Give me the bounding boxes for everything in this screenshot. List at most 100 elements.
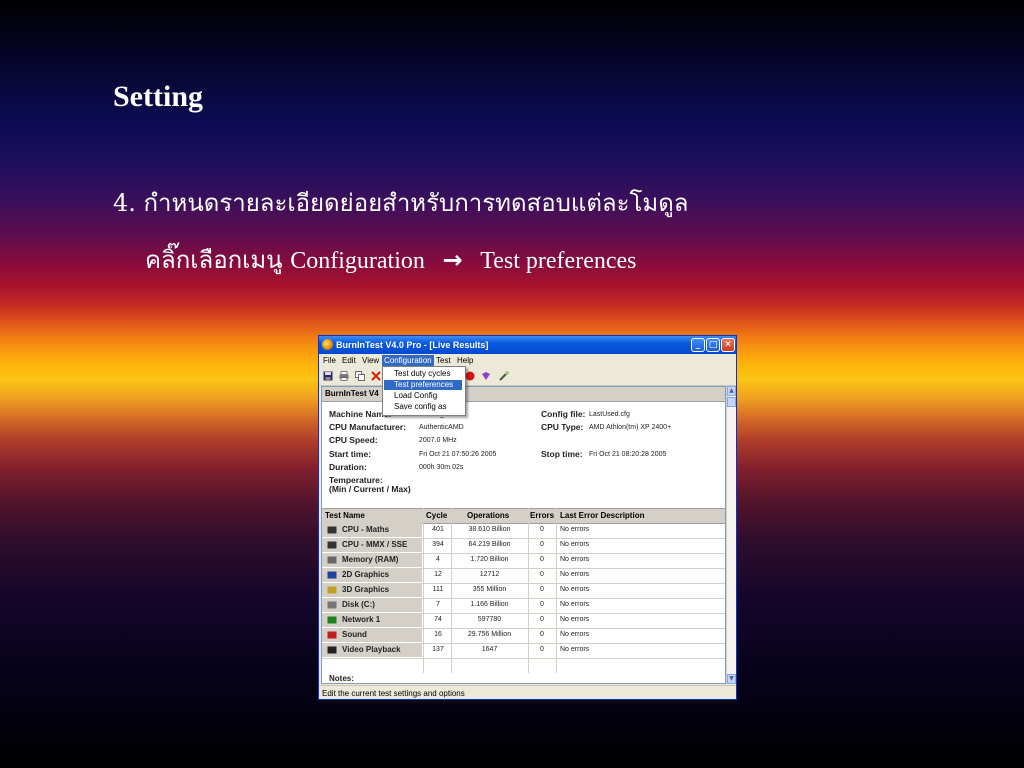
table-row[interactable]: CPU - MMX / SSE 394 64.219 Billion 0 No erro…: [322, 538, 725, 554]
record-icon[interactable]: [465, 371, 475, 381]
test-name-cell: CPU - MMX / SSE: [322, 538, 422, 552]
stop-time-label: Stop time:: [541, 449, 583, 459]
operations-cell: 29.756 Million: [467, 631, 512, 638]
test-name: 3D Graphics: [342, 585, 390, 594]
slide-title: Setting: [113, 80, 203, 113]
operations-cell: 1.720 Billion: [470, 556, 509, 563]
col-cycle[interactable]: Cycle: [426, 511, 447, 520]
graphics-3d-icon: [327, 586, 337, 594]
test-name: Disk (C:): [342, 600, 375, 609]
operations-cell: 355 Million: [472, 586, 507, 593]
menu-item-test-preferences[interactable]: Test preferences: [384, 380, 462, 390]
vertical-scrollbar[interactable]: ▲ ▼: [726, 386, 736, 684]
operations-cell: 597780: [477, 616, 502, 623]
config-file-label: Config file:: [541, 409, 586, 419]
operations-cell: 1.166 Billion: [470, 601, 509, 608]
col-last-error[interactable]: Last Error Description: [560, 511, 644, 520]
cpu-type-label: CPU Type:: [541, 422, 584, 432]
last-error-cell: No errors: [560, 571, 590, 578]
menu-item-save-config-as[interactable]: Save config as: [384, 402, 462, 412]
status-bar: Edit the current test settings and optio…: [319, 685, 736, 699]
errors-cell: 0: [540, 526, 544, 533]
cpu-mmx-icon: [327, 541, 337, 549]
cycle-cell: 4: [436, 556, 440, 563]
arrow-right-icon: →: [442, 246, 463, 274]
tools-icon[interactable]: [499, 371, 509, 381]
table-row[interactable]: Video Playback 137 1647 0 No errors: [322, 643, 725, 659]
instruction-menu-name: Configuration: [290, 248, 425, 274]
errors-cell: 0: [540, 541, 544, 548]
errors-cell: 0: [540, 646, 544, 653]
cycle-cell: 394: [432, 541, 444, 548]
test-name: CPU - Maths: [342, 525, 390, 534]
test-name-cell: Sound: [322, 628, 422, 642]
menu-configuration[interactable]: Configuration: [382, 355, 434, 366]
disk-icon: [327, 601, 337, 609]
errors-cell: 0: [540, 616, 544, 623]
menu-edit[interactable]: Edit: [340, 355, 358, 366]
menu-item-test-duty-cycles[interactable]: Test duty cycles: [384, 369, 462, 379]
minimize-button[interactable]: _: [691, 338, 705, 352]
cycle-cell: 137: [432, 646, 444, 653]
test-name-cell: 2D Graphics: [322, 568, 422, 582]
test-name: 2D Graphics: [342, 570, 390, 579]
scroll-up-button[interactable]: ▲: [727, 386, 736, 396]
status-text: Edit the current test settings and optio…: [322, 689, 465, 698]
test-name-cell: 3D Graphics: [322, 583, 422, 597]
cycle-cell: 16: [434, 631, 442, 638]
menu-test[interactable]: Test: [434, 355, 453, 366]
test-name: Memory (RAM): [342, 555, 399, 564]
cpu-manufacturer-value: AuthenticAMD: [419, 424, 464, 431]
scroll-thumb[interactable]: [727, 397, 736, 407]
table-row[interactable]: 3D Graphics 111 355 Million 0 No errors: [322, 583, 725, 599]
duration-value: 000h 30m 02s: [419, 464, 464, 471]
last-error-cell: No errors: [560, 616, 590, 623]
book-icon[interactable]: [481, 371, 491, 381]
last-error-cell: No errors: [560, 631, 590, 638]
config-file-value: LastUsed.cfg: [589, 411, 630, 418]
col-operations[interactable]: Operations: [467, 511, 509, 520]
menu-file[interactable]: File: [321, 355, 338, 366]
table-row[interactable]: CPU - Maths 401 38.610 Billion 0 No errors: [322, 523, 725, 539]
cycle-cell: 401: [432, 526, 444, 533]
stop-x-icon[interactable]: [371, 371, 381, 381]
network-icon: [327, 616, 337, 624]
table-row[interactable]: Sound 16 29.756 Million 0 No errors: [322, 628, 725, 644]
operations-cell: 38.610 Billion: [468, 526, 511, 533]
cpu-type-value: AMD Athlon(tm) XP 2400+: [589, 424, 672, 431]
last-error-cell: No errors: [560, 601, 590, 608]
monitor-2d-icon: [327, 571, 337, 579]
app-icon: [322, 339, 333, 350]
results-panel: BurnInTest V4 Machine Name: PDMG_KDEL CP…: [321, 386, 726, 684]
test-name: Network 1: [342, 615, 381, 624]
maximize-button[interactable]: □: [706, 338, 720, 352]
errors-cell: 0: [540, 586, 544, 593]
video-icon: [327, 646, 337, 654]
last-error-cell: No errors: [560, 586, 590, 593]
table-row[interactable]: Memory (RAM) 4 1.720 Billion 0 No errors: [322, 553, 725, 569]
menu-help[interactable]: Help: [455, 355, 475, 366]
instruction-line-2: คลิ๊กเลือกเมนู Configuration → Test pref…: [145, 240, 637, 279]
close-button[interactable]: ✕: [721, 338, 735, 352]
title-bar[interactable]: BurnInTest V4.0 Pro - [Live Results] _ □…: [319, 336, 736, 354]
copy-icon[interactable]: [355, 371, 365, 381]
scroll-down-button[interactable]: ▼: [727, 674, 736, 684]
sound-icon: [327, 631, 337, 639]
operations-cell: 64.219 Billion: [468, 541, 511, 548]
table-row[interactable]: 2D Graphics 12 12712 0 No errors: [322, 568, 725, 584]
test-name-cell: Memory (RAM): [322, 553, 422, 567]
col-test-name[interactable]: Test Name: [325, 511, 365, 520]
test-name-cell: Network 1: [322, 613, 422, 627]
window-title: BurnInTest V4.0 Pro - [Live Results]: [336, 340, 489, 350]
print-icon[interactable]: [339, 371, 349, 381]
menu-bar: File Edit View Configuration Test Help: [319, 354, 736, 366]
errors-cell: 0: [540, 556, 544, 563]
menu-item-load-config[interactable]: Load Config: [384, 391, 462, 401]
cycle-cell: 12: [434, 571, 442, 578]
table-row[interactable]: Disk (C:) 7 1.166 Billion 0 No errors: [322, 598, 725, 614]
col-errors[interactable]: Errors: [530, 511, 554, 520]
test-name: Sound: [342, 630, 367, 639]
save-icon[interactable]: [323, 371, 333, 381]
table-row[interactable]: Network 1 74 597780 0 No errors: [322, 613, 725, 629]
menu-view[interactable]: View: [360, 355, 381, 366]
